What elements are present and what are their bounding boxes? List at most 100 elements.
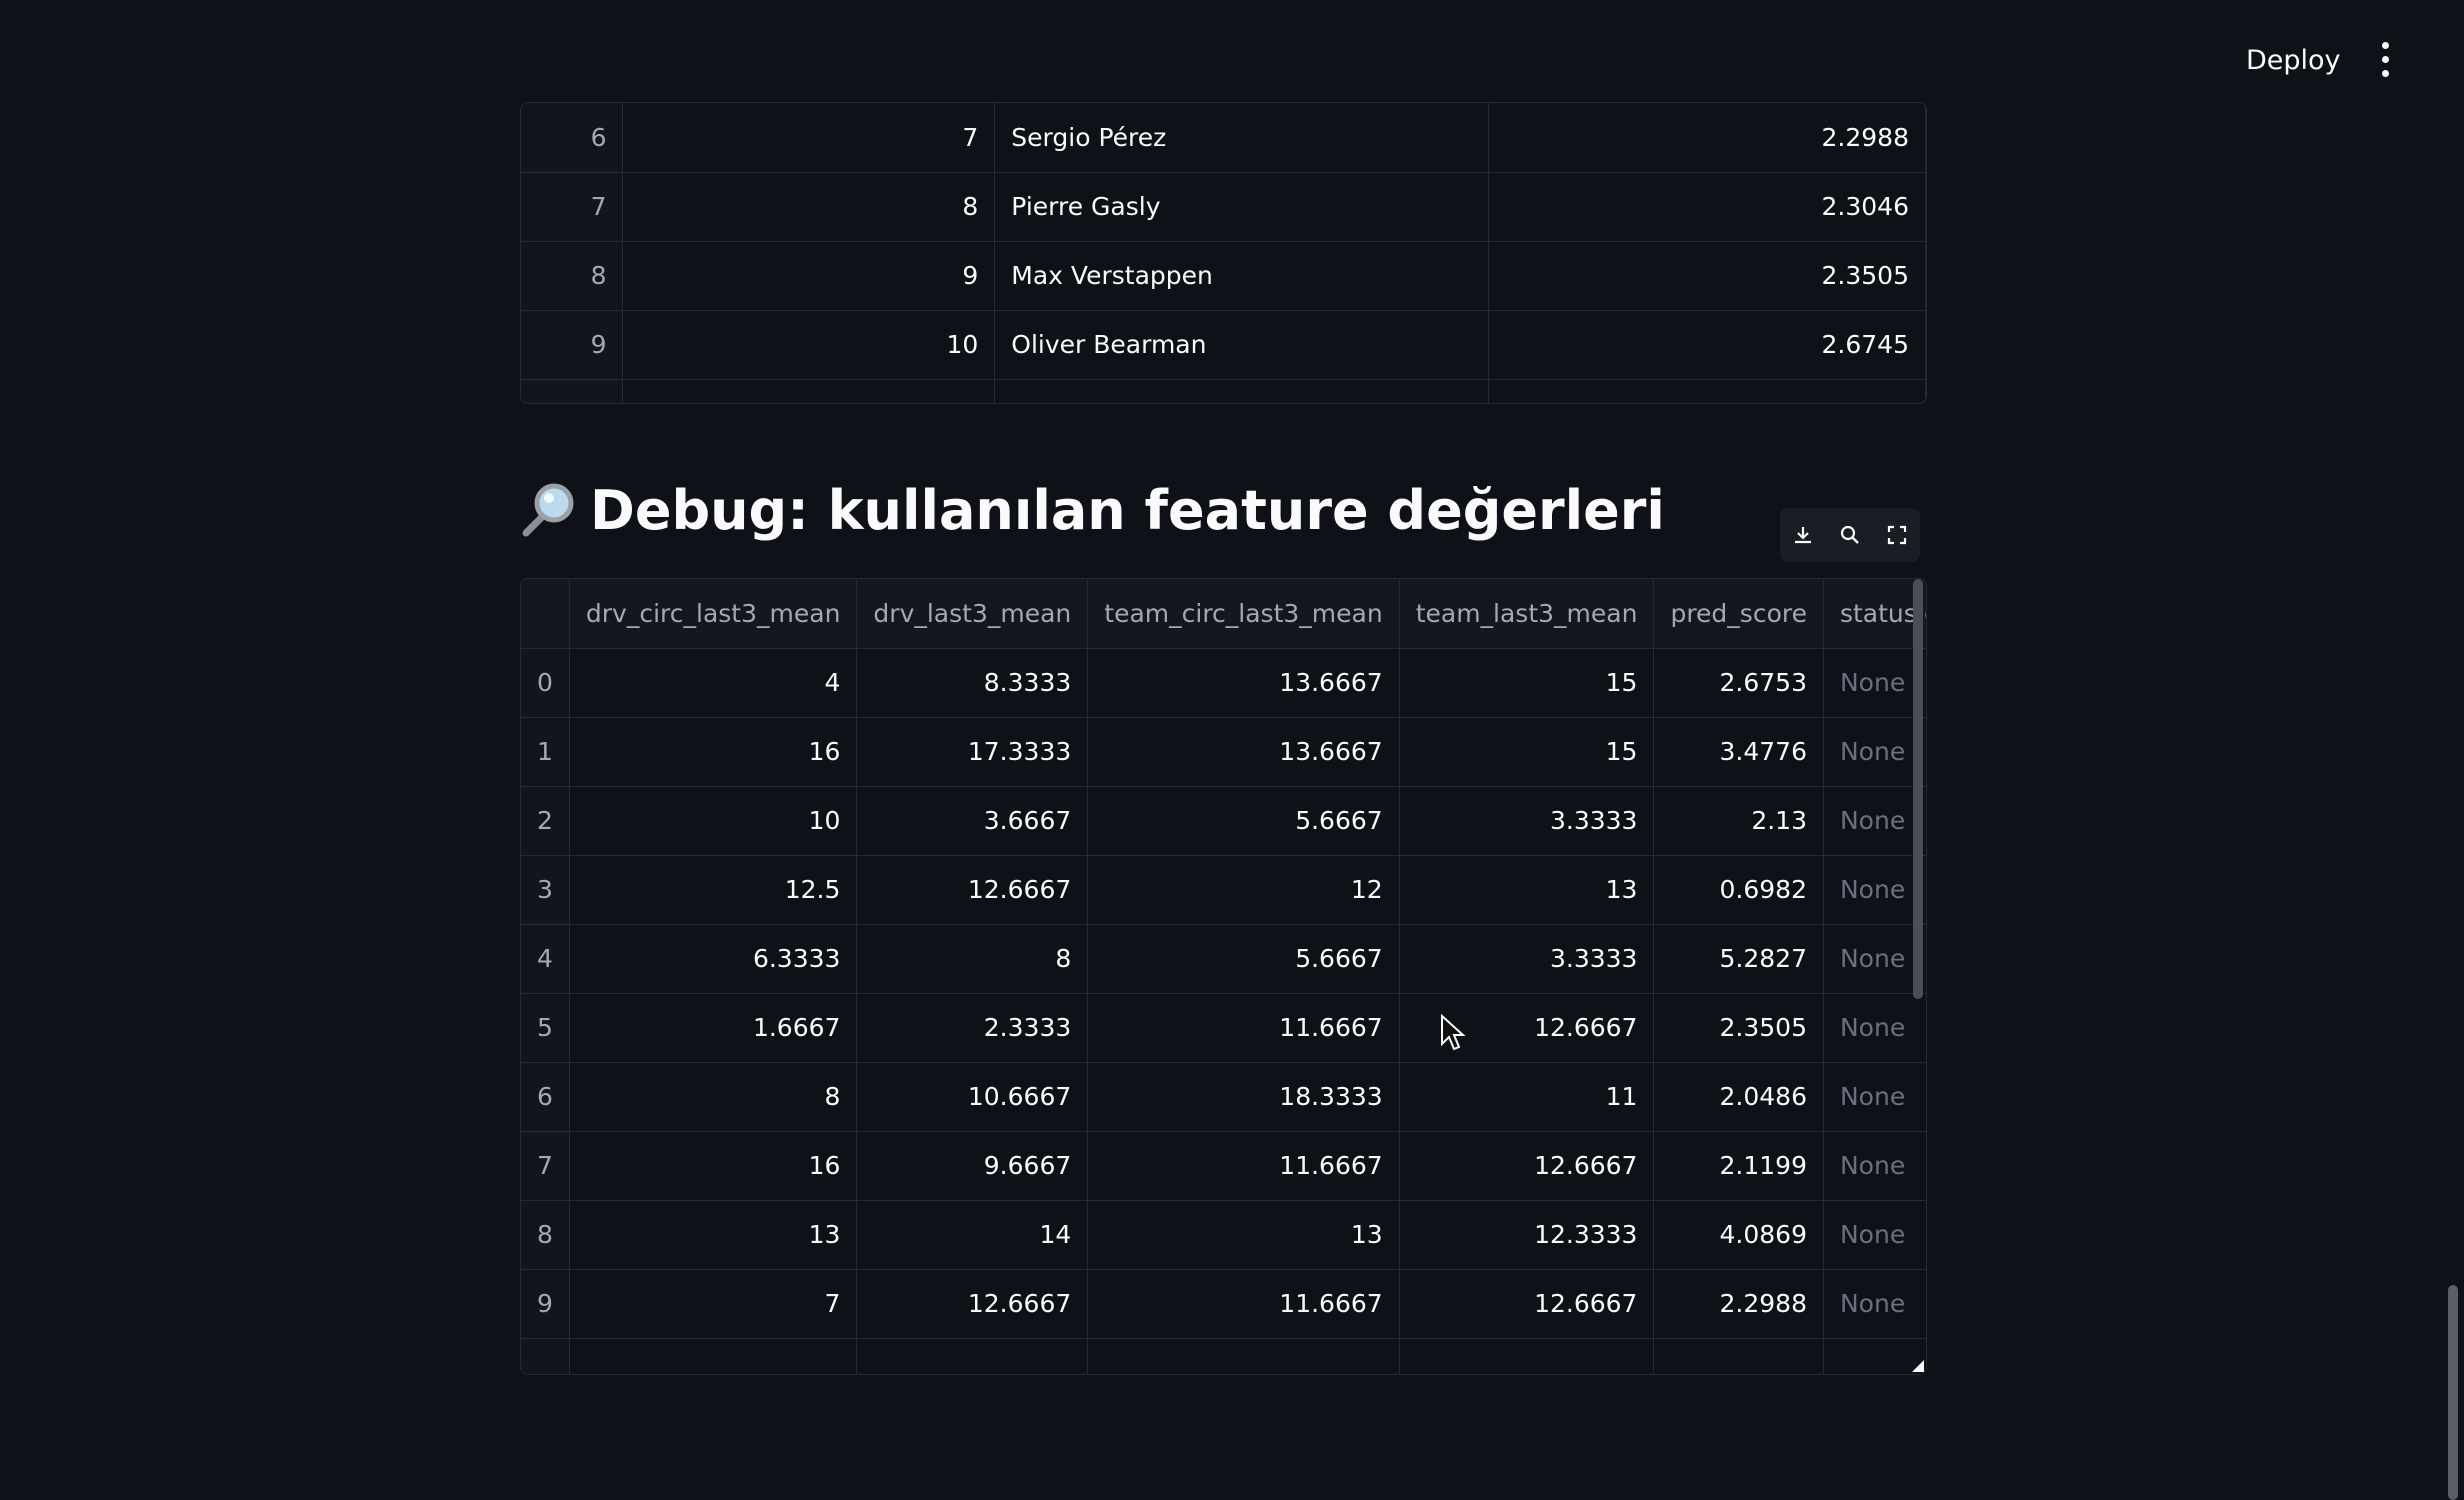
- data-cell[interactable]: 8.3333: [856, 648, 1089, 718]
- data-cell[interactable]: None: [1823, 855, 1926, 925]
- driver-cell[interactable]: Oliver Bearman: [994, 310, 1490, 380]
- data-cell[interactable]: 2.2988: [1653, 1269, 1824, 1339]
- data-cell[interactable]: 0.6982: [1653, 855, 1824, 925]
- row-index[interactable]: 5: [521, 993, 570, 1063]
- row-index[interactable]: 7: [521, 1131, 570, 1201]
- table-cell[interactable]: [622, 379, 996, 403]
- rank-cell[interactable]: 8: [622, 172, 996, 242]
- data-cell[interactable]: 12.6667: [1399, 1131, 1655, 1201]
- score-cell[interactable]: 2.3046: [1488, 172, 1926, 242]
- table-cell[interactable]: [1399, 1338, 1655, 1374]
- data-cell[interactable]: 8: [569, 1062, 858, 1132]
- data-cell[interactable]: 2.3333: [856, 993, 1089, 1063]
- table-cell[interactable]: [1653, 1338, 1824, 1374]
- data-cell[interactable]: 11.6667: [1087, 993, 1400, 1063]
- data-cell[interactable]: 10.6667: [856, 1062, 1089, 1132]
- data-cell[interactable]: 3.3333: [1399, 924, 1655, 994]
- data-cell[interactable]: 2.0486: [1653, 1062, 1824, 1132]
- data-cell[interactable]: 13.6667: [1087, 648, 1400, 718]
- table-scrollbar[interactable]: [1913, 579, 1923, 999]
- data-cell[interactable]: 12: [1087, 855, 1400, 925]
- table-cell[interactable]: [994, 379, 1490, 403]
- row-index[interactable]: 7: [521, 172, 624, 242]
- page-scrollbar[interactable]: [2448, 1285, 2458, 1500]
- data-cell[interactable]: 18.3333: [1087, 1062, 1400, 1132]
- driver-cell[interactable]: Sergio Pérez: [994, 103, 1490, 173]
- column-header[interactable]: statusId: [1823, 579, 1926, 649]
- data-cell[interactable]: 13.6667: [1087, 717, 1400, 787]
- data-cell[interactable]: 13: [1087, 1200, 1400, 1270]
- row-index[interactable]: 6: [521, 103, 624, 173]
- row-index[interactable]: 6: [521, 1062, 570, 1132]
- data-cell[interactable]: None: [1823, 1131, 1926, 1201]
- data-cell[interactable]: 13: [569, 1200, 858, 1270]
- table-cell[interactable]: [521, 379, 624, 403]
- data-cell[interactable]: 16: [569, 717, 858, 787]
- data-cell[interactable]: 12.6667: [856, 855, 1089, 925]
- data-cell[interactable]: None: [1823, 1062, 1926, 1132]
- driver-cell[interactable]: Pierre Gasly: [994, 172, 1490, 242]
- score-cell[interactable]: 2.6745: [1488, 310, 1926, 380]
- row-index[interactable]: 2: [521, 786, 570, 856]
- debug-features-table[interactable]: drv_circ_last3_mean drv_last3_mean team_…: [520, 578, 1927, 1375]
- data-cell[interactable]: None: [1823, 1269, 1926, 1339]
- column-header[interactable]: drv_circ_last3_mean: [569, 579, 858, 649]
- data-cell[interactable]: 12.5: [569, 855, 858, 925]
- index-header[interactable]: [521, 579, 570, 649]
- data-cell[interactable]: None: [1823, 717, 1926, 787]
- data-cell[interactable]: 2.3505: [1653, 993, 1824, 1063]
- data-cell[interactable]: 11.6667: [1087, 1269, 1400, 1339]
- row-index[interactable]: 3: [521, 855, 570, 925]
- data-cell[interactable]: None: [1823, 924, 1926, 994]
- row-index[interactable]: 8: [521, 1200, 570, 1270]
- data-cell[interactable]: 14: [856, 1200, 1089, 1270]
- data-cell[interactable]: 3.6667: [856, 786, 1089, 856]
- column-header[interactable]: team_last3_mean: [1399, 579, 1655, 649]
- data-cell[interactable]: 5.6667: [1087, 924, 1400, 994]
- data-cell[interactable]: None: [1823, 648, 1926, 718]
- column-header[interactable]: team_circ_last3_mean: [1087, 579, 1400, 649]
- row-index[interactable]: 0: [521, 648, 570, 718]
- data-cell[interactable]: 2.13: [1653, 786, 1824, 856]
- data-cell[interactable]: 5.2827: [1653, 924, 1824, 994]
- fullscreen-icon[interactable]: [1881, 519, 1913, 551]
- column-header[interactable]: pred_score: [1653, 579, 1824, 649]
- data-cell[interactable]: 8: [856, 924, 1089, 994]
- table-cell[interactable]: [1488, 379, 1926, 403]
- table-cell[interactable]: [569, 1338, 858, 1374]
- data-cell[interactable]: 1.6667: [569, 993, 858, 1063]
- data-cell[interactable]: 11.6667: [1087, 1131, 1400, 1201]
- data-cell[interactable]: 6.3333: [569, 924, 858, 994]
- data-cell[interactable]: 10: [569, 786, 858, 856]
- table-cell[interactable]: [856, 1338, 1089, 1374]
- data-cell[interactable]: 11: [1399, 1062, 1655, 1132]
- data-cell[interactable]: 12.3333: [1399, 1200, 1655, 1270]
- data-cell[interactable]: 15: [1399, 717, 1655, 787]
- data-cell[interactable]: None: [1823, 1200, 1926, 1270]
- row-index[interactable]: 9: [521, 310, 624, 380]
- score-cell[interactable]: 2.2988: [1488, 103, 1926, 173]
- rank-cell[interactable]: 10: [622, 310, 996, 380]
- download-icon[interactable]: [1787, 519, 1819, 551]
- data-cell[interactable]: 9.6667: [856, 1131, 1089, 1201]
- data-cell[interactable]: 2.6753: [1653, 648, 1824, 718]
- data-cell[interactable]: None: [1823, 993, 1926, 1063]
- table-cell[interactable]: [521, 1338, 570, 1374]
- data-cell[interactable]: 12.6667: [856, 1269, 1089, 1339]
- column-header[interactable]: drv_last3_mean: [856, 579, 1089, 649]
- data-cell[interactable]: 16: [569, 1131, 858, 1201]
- data-cell[interactable]: 12.6667: [1399, 1269, 1655, 1339]
- row-index[interactable]: 9: [521, 1269, 570, 1339]
- data-cell[interactable]: 2.1199: [1653, 1131, 1824, 1201]
- row-index[interactable]: 1: [521, 717, 570, 787]
- row-index[interactable]: 4: [521, 924, 570, 994]
- data-cell[interactable]: 3.3333: [1399, 786, 1655, 856]
- score-cell[interactable]: 2.3505: [1488, 241, 1926, 311]
- data-cell[interactable]: 17.3333: [856, 717, 1089, 787]
- rank-cell[interactable]: 9: [622, 241, 996, 311]
- data-cell[interactable]: 4: [569, 648, 858, 718]
- table-cell[interactable]: [1087, 1338, 1400, 1374]
- data-cell[interactable]: 7: [569, 1269, 858, 1339]
- data-cell[interactable]: None: [1823, 786, 1926, 856]
- resize-handle[interactable]: [1912, 1360, 1924, 1372]
